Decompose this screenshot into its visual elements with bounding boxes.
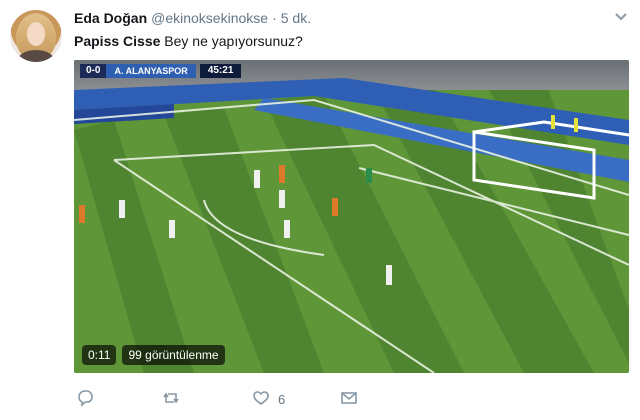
reply-button[interactable] — [76, 388, 94, 410]
heart-icon — [252, 389, 270, 410]
retweet-icon — [162, 389, 180, 410]
video-frame — [74, 60, 629, 373]
tweet-body: Bey ne yapıyorsunuz? — [164, 33, 303, 49]
chevron-down-icon[interactable] — [614, 12, 628, 22]
avatar[interactable] — [10, 10, 62, 62]
match-clock: 45:21 — [199, 64, 242, 78]
video-overlay: 0:11 99 görüntülenme — [82, 345, 225, 365]
view-count: 99 görüntülenme — [122, 345, 225, 365]
author-name[interactable]: Eda Doğan — [74, 10, 147, 26]
video-player[interactable]: 0-0 A. ALANYASPOR 45:21 0:11 99 görüntül… — [74, 60, 629, 373]
tweet-timestamp[interactable]: 5 dk. — [281, 10, 311, 26]
scoreboard: 0-0 A. ALANYASPOR 45:21 — [80, 64, 242, 78]
retweet-button[interactable] — [162, 388, 180, 410]
direct-message-button[interactable] — [340, 388, 358, 410]
reply-icon — [76, 389, 94, 410]
like-button[interactable]: 6 — [252, 388, 285, 410]
like-count: 6 — [278, 391, 286, 407]
score: 0-0 — [80, 64, 107, 78]
author-handle[interactable]: @ekinoksekinokse — [151, 10, 268, 26]
avatar-face — [27, 22, 45, 46]
separator-dot: · — [272, 10, 277, 26]
tweet-actions: 6 — [74, 388, 374, 410]
tweet-header: Eda Doğan @ekinoksekinokse · 5 dk. — [74, 10, 600, 30]
mention-link[interactable]: Papiss Cisse — [74, 33, 160, 49]
team-name: A. ALANYASPOR — [106, 64, 196, 78]
video-duration: 0:11 — [82, 345, 117, 365]
envelope-icon — [340, 389, 358, 410]
tweet-text: Papiss Cisse Bey ne yapıyorsunuz? — [74, 33, 303, 49]
